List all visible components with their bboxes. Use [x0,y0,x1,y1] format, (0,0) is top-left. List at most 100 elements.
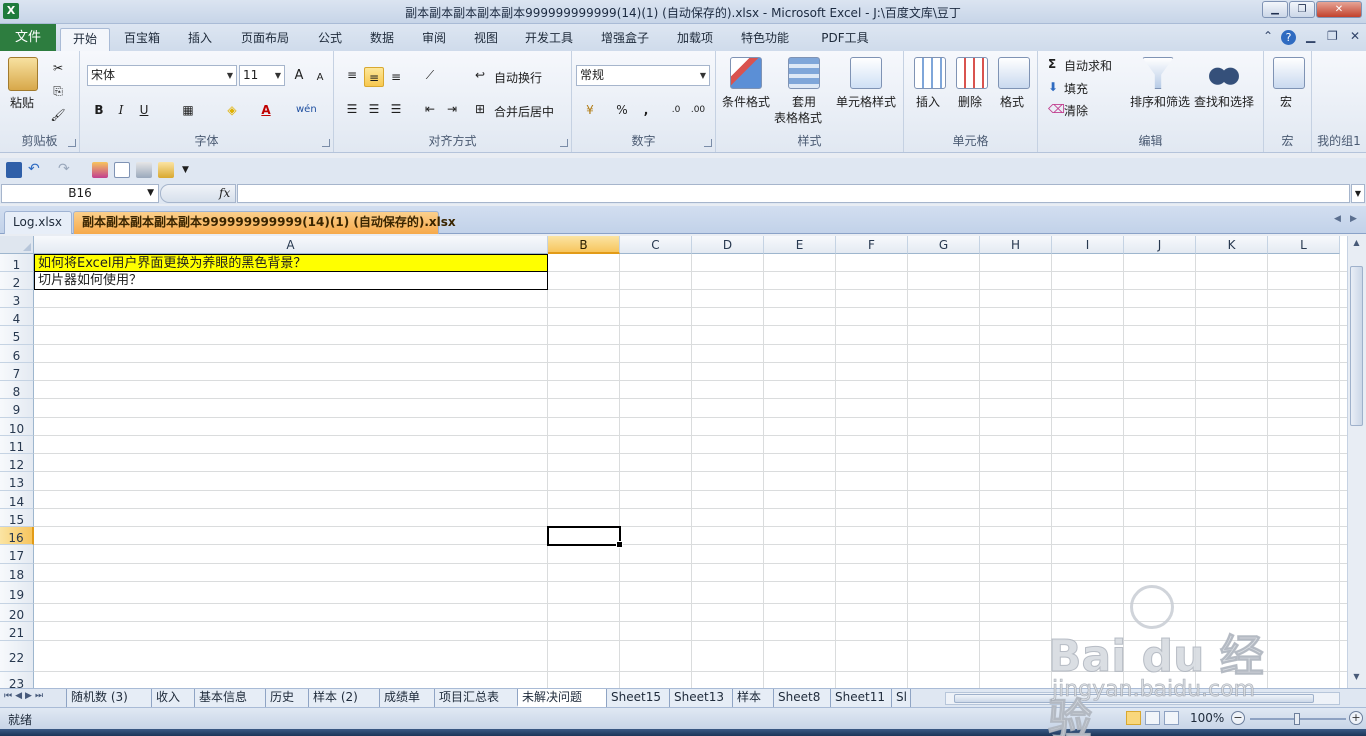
currency-icon[interactable]: ¥ [580,100,600,120]
italic-button[interactable]: I [111,100,131,120]
select-all-corner[interactable] [0,236,34,254]
sheet-tab[interactable]: 成绩单 [379,689,435,707]
row-header-7[interactable]: 7 [0,363,34,381]
sheet-tab[interactable]: Sheet15 [606,689,670,707]
delete-cells-button[interactable]: 删除 [958,93,982,110]
column-header-a[interactable]: A [34,236,548,254]
alignment-launcher-icon[interactable] [560,139,568,147]
minimize-button[interactable]: ▁ [1262,1,1288,18]
font-color-icon[interactable]: A [256,100,276,120]
find-select-button[interactable]: 查找和选择 [1194,93,1254,110]
grow-font-button[interactable]: A [289,66,309,86]
workbook-tab-log[interactable]: Log.xlsx [4,211,72,234]
new-document-icon[interactable] [114,162,130,178]
tab-toolbox[interactable]: 百宝箱 [116,28,168,51]
row-header-1[interactable]: 1 [0,254,34,272]
column-header-d[interactable]: D [692,236,764,254]
conditional-format-button[interactable]: 条件格式 [722,93,770,110]
font-name-combo[interactable]: 宋体 ▼ [87,65,237,86]
borders-icon[interactable]: ▦ [178,100,198,120]
align-bottom-icon[interactable]: ≡ [386,67,406,87]
column-header-g[interactable]: G [908,236,980,254]
row-header-11[interactable]: 11 [0,436,34,454]
percent-button[interactable]: % [612,100,632,120]
align-left-icon[interactable]: ☰ [342,99,362,119]
macro-button[interactable]: 宏 [1280,93,1292,110]
align-middle-icon[interactable]: ≡ [364,67,384,87]
column-header-k[interactable]: K [1196,236,1268,254]
row-header-6[interactable]: 6 [0,345,34,363]
redo-icon[interactable]: ↷ [58,162,74,178]
row-header-16[interactable]: 16 [0,527,34,545]
number-format-combo[interactable]: 常规 ▼ [576,65,710,86]
insert-cells-icon[interactable] [914,57,946,89]
wrap-text-button[interactable]: 自动换行 [494,69,542,86]
column-header-c[interactable]: C [620,236,692,254]
paste-label[interactable]: 粘贴 [10,94,34,111]
tab-data[interactable]: 数据 [362,28,402,51]
insert-cells-button[interactable]: 插入 [916,93,940,110]
collapse-ribbon-icon[interactable]: ⌃ [1263,29,1273,43]
column-header-b[interactable]: B [548,236,620,254]
cell-styles-icon[interactable] [850,57,882,89]
row-header-12[interactable]: 12 [0,454,34,472]
workbook-minimize-icon[interactable]: ▁ [1306,29,1315,43]
expand-formula-bar-icon[interactable]: ▼ [1351,184,1365,203]
table-format-line1[interactable]: 套用 [792,93,816,110]
tab-page-layout[interactable]: 页面布局 [234,28,296,51]
sort-filter-icon[interactable] [1142,57,1174,89]
workbook-scroll-left-icon[interactable]: ◀ [1334,214,1341,224]
merge-center-button[interactable]: 合并后居中 [494,103,554,120]
tab-pdf-tools[interactable]: PDF工具 [814,28,876,51]
format-cells-button[interactable]: 格式 [1000,93,1024,110]
column-header-h[interactable]: H [980,236,1052,254]
formula-input[interactable] [237,184,1350,203]
workbook-close-icon[interactable]: ✕ [1350,29,1360,43]
tab-view[interactable]: 视图 [466,28,506,51]
table-format-icon[interactable] [788,57,820,89]
row-header-21[interactable]: 21 [0,622,34,641]
row-header-20[interactable]: 20 [0,604,34,622]
tab-formulas[interactable]: 公式 [310,28,350,51]
row-header-3[interactable]: 3 [0,290,34,308]
sheet-tab[interactable]: 项目汇总表 [434,689,518,707]
row-header-19[interactable]: 19 [0,582,34,604]
row-header-17[interactable]: 17 [0,545,34,564]
autosum-button[interactable]: 自动求和 [1064,57,1112,74]
align-center-icon[interactable]: ☰ [364,99,384,119]
workbook-scroll-right-icon[interactable]: ▶ [1350,214,1357,224]
tab-addins[interactable]: 加载项 [670,28,720,51]
maximize-button[interactable]: ❐ [1289,1,1315,18]
row-header-4[interactable]: 4 [0,308,34,326]
sheet-tab[interactable]: 基本信息 [194,689,266,707]
horizontal-scrollbar[interactable] [945,692,1340,705]
sheet-tab[interactable]: 未解决问题 [517,689,607,707]
column-header-e[interactable]: E [764,236,836,254]
comma-button[interactable]: , [636,100,656,120]
sheet-tab[interactable]: 收入 [151,689,195,707]
paste-icon[interactable] [8,57,38,91]
sheet-tab[interactable]: 样本 (2) [308,689,380,707]
cut-icon[interactable]: ✂ [48,58,68,78]
orientation-icon[interactable]: ⟋ [420,65,440,85]
sort-filter-button[interactable]: 排序和筛选 [1130,93,1190,110]
zoom-level[interactable]: 100% [1190,711,1224,725]
column-header-l[interactable]: L [1268,236,1340,254]
name-box[interactable]: B16 ▼ [1,184,159,203]
workbook-restore-icon[interactable]: ❐ [1327,29,1338,43]
sheet-tab[interactable]: Sheet11 [830,689,892,707]
open-folder-icon[interactable] [158,162,174,178]
column-header-i[interactable]: I [1052,236,1124,254]
sheet-tab[interactable]: Sheet13 [669,689,733,707]
font-launcher-icon[interactable] [322,139,330,147]
bold-button[interactable]: B [89,100,109,120]
sigma-icon[interactable]: Σ [1048,57,1056,71]
cell-a1[interactable]: 如何将Excel用户界面更换为养眼的黑色背景？ [34,254,548,272]
worksheet-grid[interactable]: ABCDEFGHIJKL 1 2 3 4 5 6 7 8 9 10 11 12 13 14 15 16 17 18… [0,236,1347,688]
macro-icon[interactable] [1273,57,1305,89]
tab-home[interactable]: 开始 [60,28,110,51]
column-header-j[interactable]: J [1124,236,1196,254]
zoom-slider-knob[interactable] [1294,713,1300,725]
page-break-view-icon[interactable] [1164,711,1179,725]
align-right-icon[interactable]: ☰ [386,99,406,119]
